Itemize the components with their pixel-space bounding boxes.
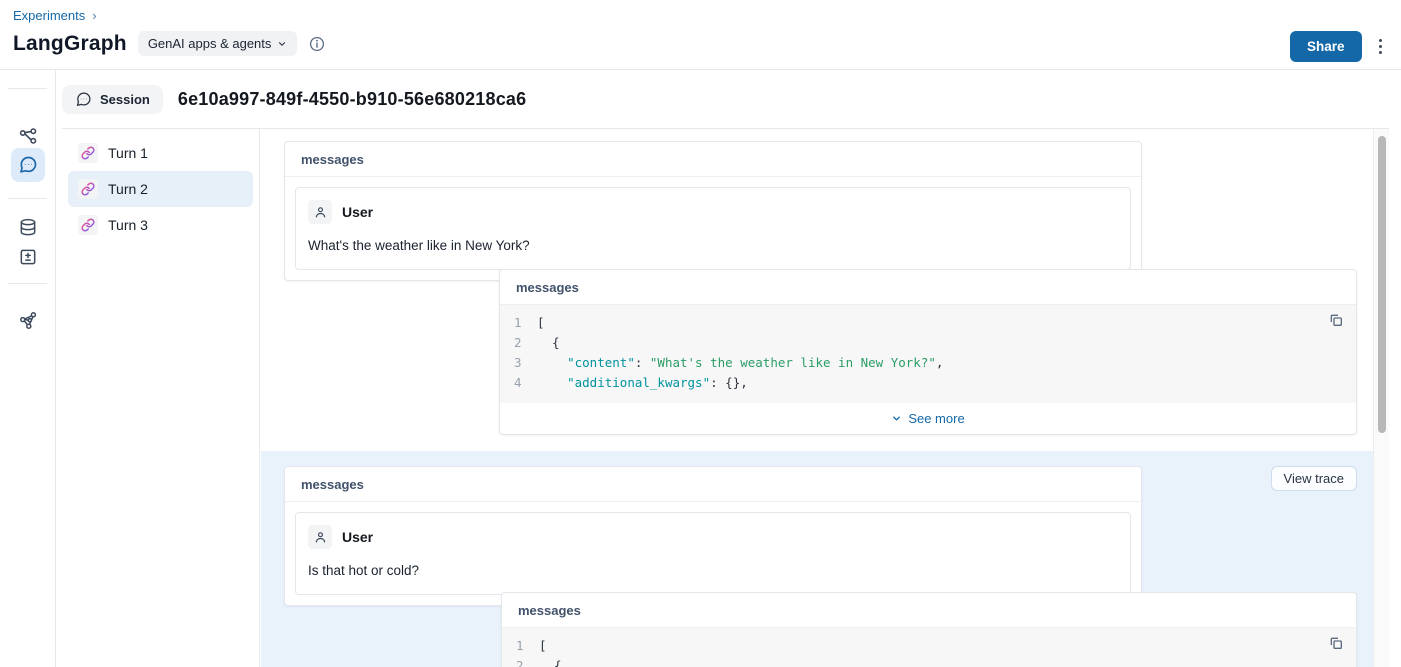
rail-divider xyxy=(8,283,47,284)
see-more-button[interactable]: See more xyxy=(500,403,1356,434)
card-header: messages xyxy=(502,593,1356,628)
code-line: 2 { xyxy=(502,656,1356,667)
turn2-section: View trace messages User Is that hot or … xyxy=(261,451,1373,667)
session-badge: Session xyxy=(62,85,163,114)
app-window: Experiments › LangGraph GenAI apps & age… xyxy=(0,0,1401,667)
rail-divider xyxy=(8,88,47,89)
category-badge-label: GenAI apps & agents xyxy=(148,36,272,51)
link-icon xyxy=(78,179,98,199)
session-header: Session 6e10a997-849f-4550-b910-56e68021… xyxy=(62,85,526,114)
scrollbar-thumb[interactable] xyxy=(1378,136,1386,433)
role-name: User xyxy=(342,529,373,545)
see-more-label: See more xyxy=(908,411,964,426)
breadcrumb-chevron-icon: › xyxy=(92,8,96,23)
chevron-down-icon xyxy=(891,413,902,424)
turn1-output-card: messages 1[2 {3 "content": "What's the w… xyxy=(499,269,1357,435)
turn-label: Turn 3 xyxy=(108,217,148,233)
code-block: 1[2 {3 "content": "What's the weather li… xyxy=(500,305,1356,403)
code-line: 4 "additional_kwargs": {}, xyxy=(500,373,1356,393)
code-line: 2 { xyxy=(500,333,1356,353)
turn-list-item-3[interactable]: Turn 3 xyxy=(68,207,253,243)
icon-rail xyxy=(0,70,56,667)
chevron-down-icon xyxy=(277,39,287,49)
share-button[interactable]: Share xyxy=(1290,31,1362,62)
role-row: User xyxy=(308,200,1118,224)
link-icon xyxy=(78,143,98,163)
page-title: LangGraph xyxy=(13,32,127,56)
card-header: messages xyxy=(500,270,1356,305)
code-line: 3 "content": "What's the weather like in… xyxy=(500,353,1356,373)
message-bubble: User What's the weather like in New York… xyxy=(295,187,1131,270)
breadcrumb-experiments-link[interactable]: Experiments xyxy=(13,8,85,23)
info-icon[interactable] xyxy=(309,36,325,52)
title-row: LangGraph GenAI apps & agents xyxy=(13,31,325,56)
turn-list: Turn 1 Turn 2 Turn 3 xyxy=(62,129,260,667)
role-row: User xyxy=(308,525,1118,549)
role-name: User xyxy=(342,204,373,220)
header-actions: Share xyxy=(1290,31,1387,62)
turn-list-item-2[interactable]: Turn 2 xyxy=(68,171,253,207)
session-content: Turn 1 Turn 2 Turn 3 xyxy=(62,128,1389,667)
card-header: messages xyxy=(285,467,1141,502)
turn1-input-card: messages User What's the weather like in… xyxy=(284,141,1142,281)
code-block: 1[2 { xyxy=(502,628,1356,667)
message-bubble: User Is that hot or cold? xyxy=(295,512,1131,595)
turn-list-item-1[interactable]: Turn 1 xyxy=(68,135,253,171)
vertical-scrollbar[interactable] xyxy=(1373,129,1389,667)
session-id: 6e10a997-849f-4550-b910-56e680218ca6 xyxy=(178,89,527,110)
speech-bubble-icon xyxy=(75,91,92,108)
turn1-section: messages User What's the weather like in… xyxy=(261,129,1373,451)
code-line: 1[ xyxy=(500,313,1356,333)
more-options-icon[interactable] xyxy=(1374,35,1388,59)
copy-icon[interactable] xyxy=(1328,312,1344,328)
message-text: Is that hot or cold? xyxy=(308,563,1118,578)
session-badge-label: Session xyxy=(100,92,150,107)
workspace: Session 6e10a997-849f-4550-b910-56e68021… xyxy=(56,70,1401,667)
view-trace-button[interactable]: View trace xyxy=(1271,466,1357,491)
turn2-output-card: messages 1[2 { xyxy=(501,592,1357,667)
code-line: 1[ xyxy=(502,636,1356,656)
turn-label: Turn 2 xyxy=(108,181,148,197)
conversation-icon[interactable] xyxy=(11,148,45,182)
card-header: messages xyxy=(285,142,1141,177)
breadcrumb: Experiments › xyxy=(13,8,97,23)
turn2-input-card: messages User Is that hot or cold? xyxy=(284,466,1142,606)
copy-icon[interactable] xyxy=(1328,635,1344,651)
category-badge[interactable]: GenAI apps & agents xyxy=(138,31,298,56)
page-header: Experiments › LangGraph GenAI apps & age… xyxy=(0,0,1401,70)
graph-icon[interactable] xyxy=(11,303,45,337)
diff-icon[interactable] xyxy=(11,240,45,274)
user-icon xyxy=(308,200,332,224)
rail-divider xyxy=(8,198,47,199)
messages-area: messages User What's the weather like in… xyxy=(261,129,1373,667)
user-icon xyxy=(308,525,332,549)
turn-label: Turn 1 xyxy=(108,145,148,161)
message-text: What's the weather like in New York? xyxy=(308,238,1118,253)
link-icon xyxy=(78,215,98,235)
